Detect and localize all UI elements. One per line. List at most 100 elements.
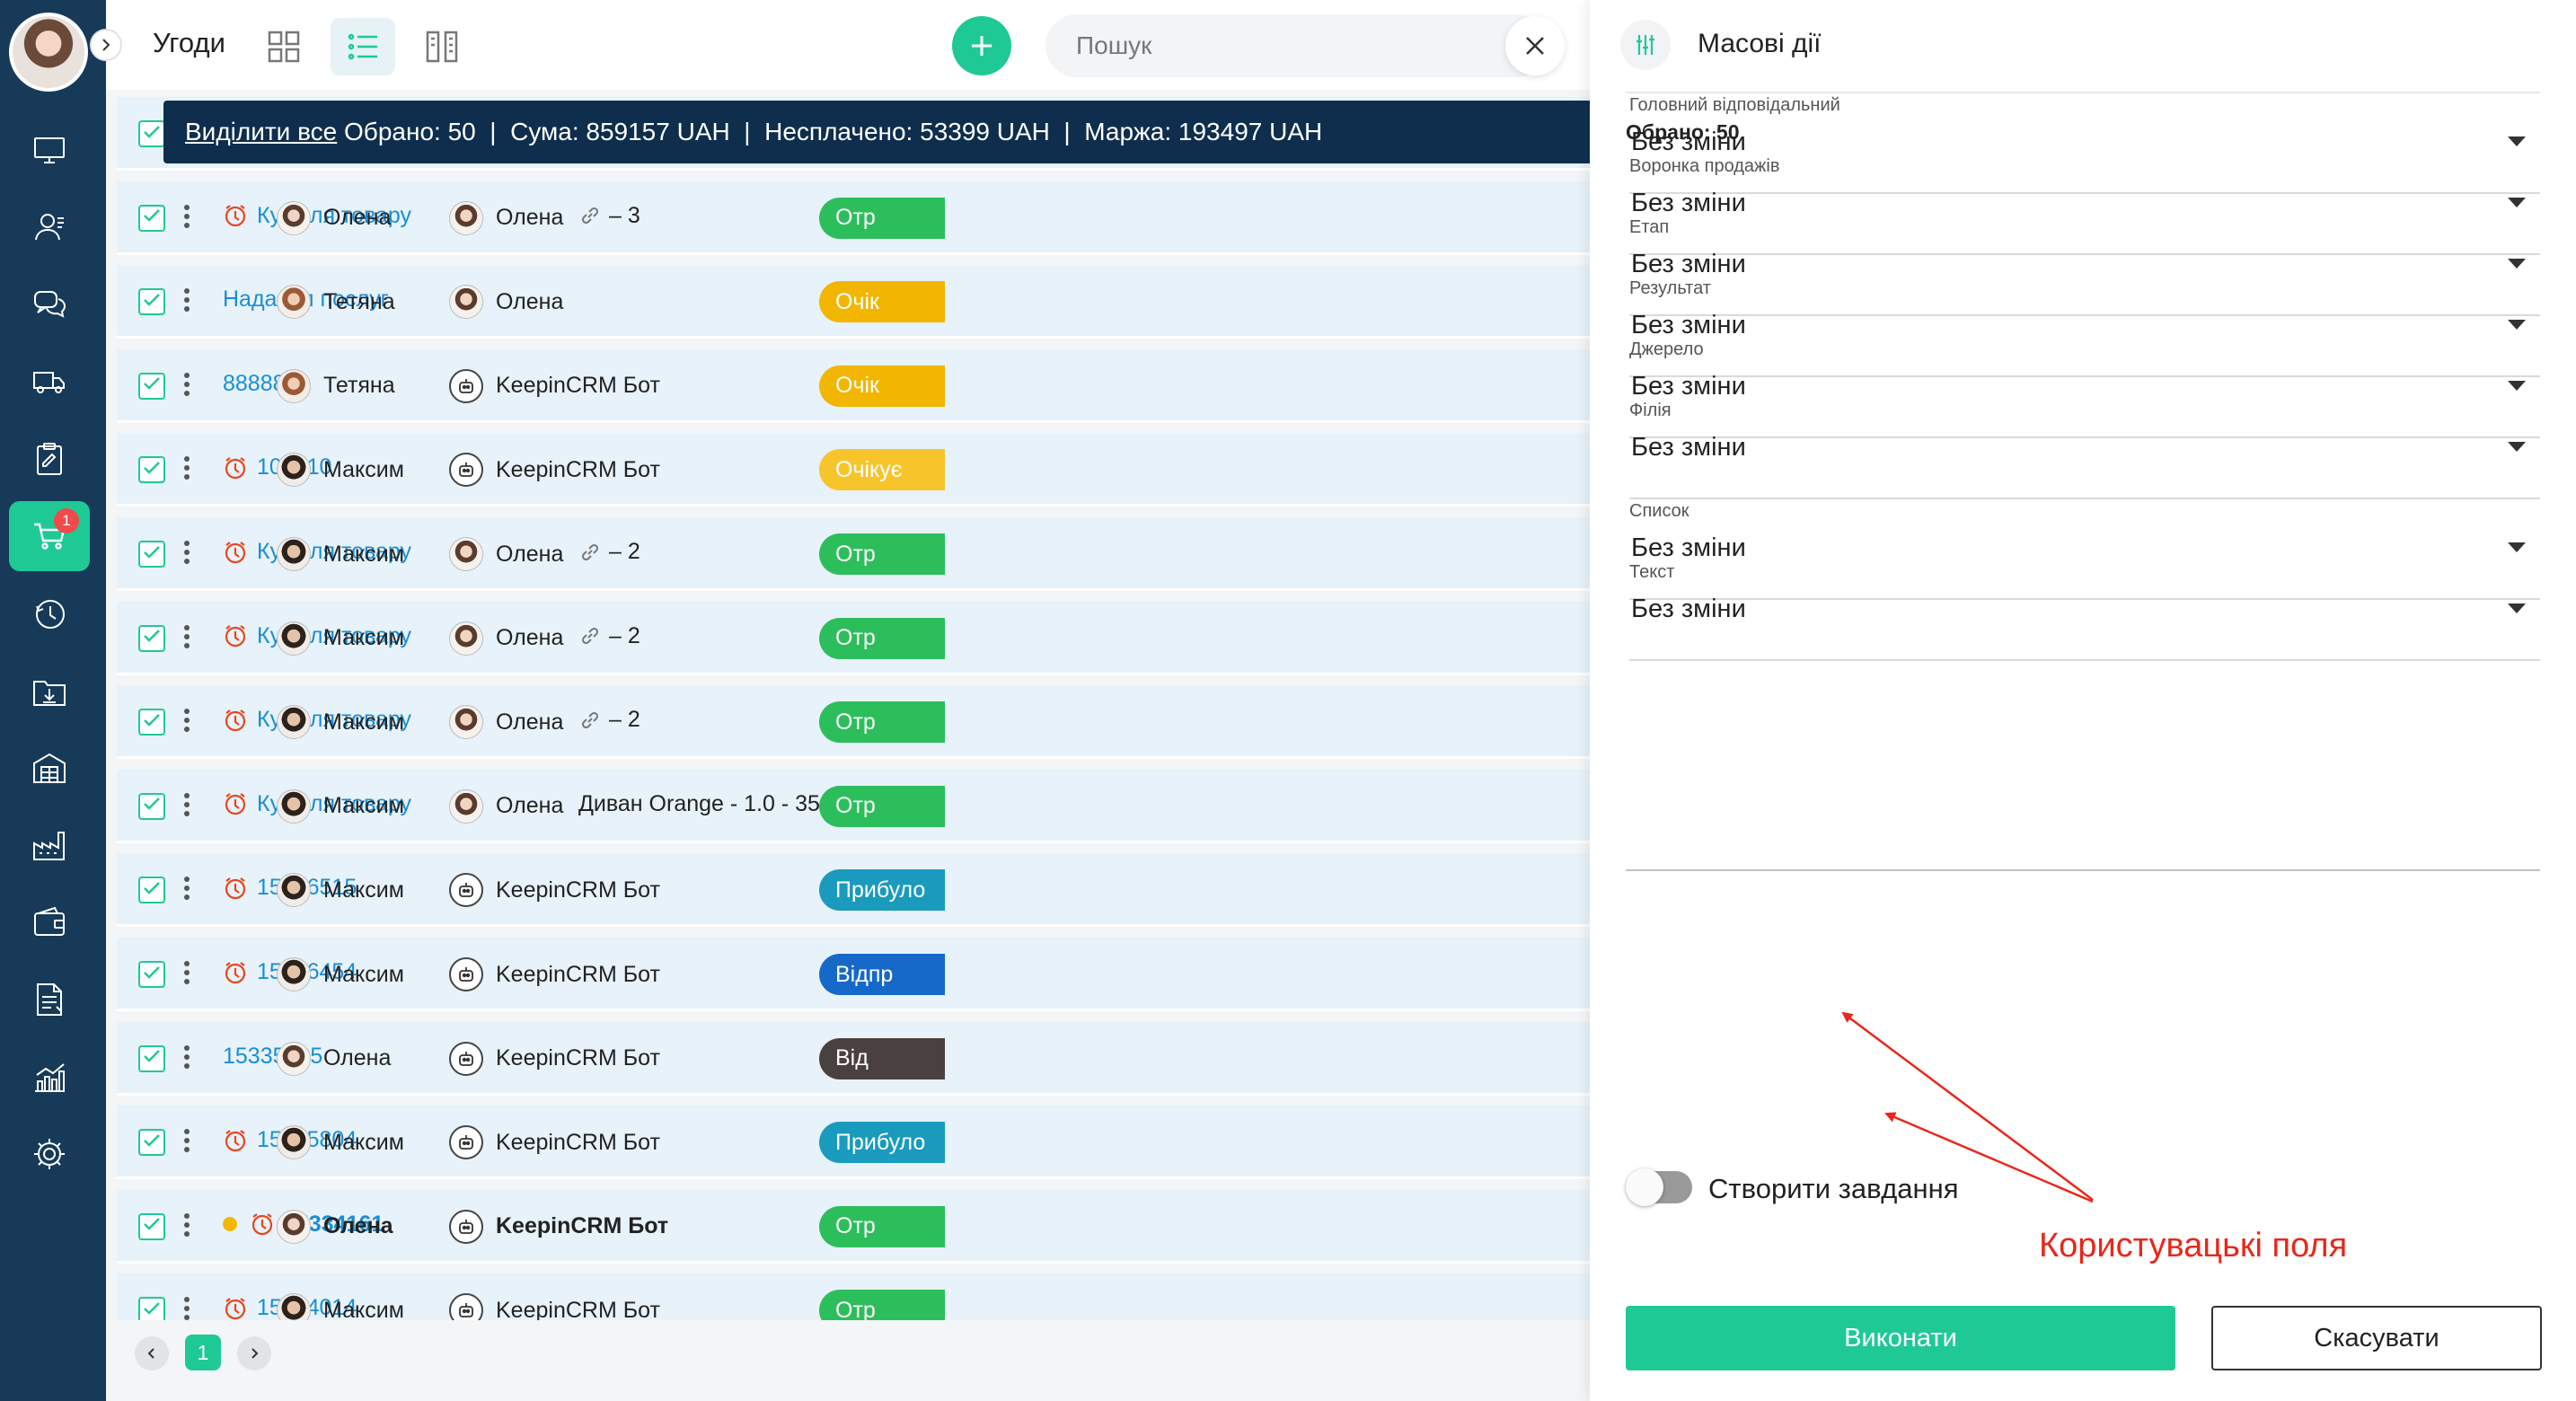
row-checkbox[interactable]	[138, 456, 165, 484]
row-checkbox[interactable]	[138, 1212, 165, 1240]
clear-search-button[interactable]	[1505, 16, 1565, 75]
document-icon[interactable]	[9, 965, 90, 1035]
field-select[interactable]: Текст Без зміни	[1629, 562, 2540, 661]
status-badge[interactable]: Отр	[819, 1290, 945, 1320]
row-checkbox[interactable]	[138, 120, 165, 147]
table-row[interactable]: Купівля товару Максим Олена – 2 Отр	[117, 685, 1590, 760]
table-row[interactable]: Купівля товару Олена Олена – 3 Отр	[117, 181, 1590, 255]
table-row[interactable]: 88888 Тетяна KeepinCRM Бот Очік	[117, 348, 1590, 423]
link-icon	[578, 624, 609, 648]
page-number-current[interactable]: 1	[185, 1335, 221, 1370]
search-input[interactable]	[1045, 14, 1548, 77]
status-badge[interactable]: Отр	[819, 785, 945, 827]
factory-icon[interactable]	[9, 810, 90, 880]
row-menu-button[interactable]	[183, 453, 190, 489]
clock-icon	[223, 876, 257, 901]
contacts-icon[interactable]	[9, 192, 90, 262]
responsible-name: Олена	[496, 793, 564, 819]
collapse-sidebar-button[interactable]	[90, 29, 122, 61]
divider	[1626, 92, 2540, 93]
table-row[interactable]: 15335805 Олена KeepinCRM Бот Від	[117, 1021, 1590, 1096]
row-menu-button[interactable]	[183, 285, 190, 321]
table-row[interactable]: 15334161 Олена KeepinCRM Бот Отр	[117, 1189, 1590, 1264]
row-menu-button[interactable]	[183, 957, 190, 993]
avatar	[277, 957, 311, 991]
table-row[interactable]: 15336454МаксимKeepinCRM БотВідпр	[117, 938, 1590, 1011]
chevron-down-icon	[2508, 442, 2526, 452]
avatar	[277, 1209, 311, 1244]
create-task-toggle[interactable]	[1626, 1168, 1692, 1206]
row-checkbox[interactable]	[138, 204, 165, 232]
next-page-button[interactable]	[237, 1336, 271, 1370]
row-menu-button[interactable]	[183, 1125, 190, 1161]
responsible-name: Олена	[496, 625, 564, 651]
chat-icon[interactable]	[9, 269, 90, 339]
status-badge[interactable]: Отр	[819, 701, 945, 744]
field-select[interactable]: Філія Без зміни	[1629, 401, 2540, 499]
status-badge[interactable]: Прибуло	[819, 869, 945, 912]
row-checkbox[interactable]	[138, 624, 165, 652]
history-icon[interactable]	[9, 578, 90, 648]
row-checkbox[interactable]	[138, 877, 165, 904]
table-row[interactable]: Купівля товару Максим Олена Диван Orange - …	[117, 769, 1590, 843]
settings-icon[interactable]	[9, 1119, 90, 1189]
list-view-button[interactable]	[331, 18, 395, 75]
row-menu-button[interactable]	[183, 1293, 190, 1320]
status-badge[interactable]: Очік	[819, 365, 945, 407]
status-badge[interactable]: Отр	[819, 617, 945, 659]
kanban-view-button[interactable]	[410, 18, 474, 75]
status-badge[interactable]: Від	[819, 1037, 945, 1079]
status-badge[interactable]: Отр	[819, 197, 945, 239]
truck-icon[interactable]	[9, 347, 90, 417]
monitor-icon[interactable]	[9, 115, 90, 185]
status-badge[interactable]: Відпр	[819, 954, 945, 995]
bulk-actions-panel: Масові дії Обрано: 50 Головний відповіда…	[1590, 0, 2576, 1401]
wallet-icon[interactable]	[9, 887, 90, 957]
client-cell: Максим	[277, 705, 404, 740]
table-row[interactable]: Надання послуг Тетяна Олена Очік	[117, 265, 1590, 339]
row-checkbox[interactable]	[138, 709, 165, 736]
status-badge[interactable]: Отр	[819, 533, 945, 575]
table-row[interactable]: 101010МаксимKeepinCRM БотОчікує	[117, 433, 1590, 507]
prev-page-button[interactable]	[135, 1336, 169, 1370]
row-menu-button[interactable]	[183, 537, 190, 573]
clipboard-icon[interactable]	[9, 424, 90, 494]
row-checkbox[interactable]	[138, 1129, 165, 1157]
row-menu-button[interactable]	[183, 621, 190, 657]
row-checkbox[interactable]	[138, 1044, 165, 1072]
cancel-button[interactable]: Скасувати	[2211, 1306, 2542, 1370]
row-menu-button[interactable]	[183, 201, 190, 237]
select-all-link[interactable]: Виділити все	[185, 118, 337, 146]
analytics-icon[interactable]	[9, 1042, 90, 1112]
row-menu-button[interactable]	[183, 1210, 190, 1246]
status-badge[interactable]: Очік	[819, 281, 945, 323]
row-menu-button[interactable]	[183, 789, 190, 825]
row-checkbox[interactable]	[138, 961, 165, 988]
add-deal-button[interactable]	[952, 16, 1011, 75]
row-menu-button[interactable]	[183, 705, 190, 741]
table-row[interactable]: 15335804МаксимKeepinCRM БотПрибуло	[117, 1106, 1590, 1180]
avatar	[277, 285, 311, 320]
cart-icon[interactable]: 1	[9, 501, 90, 571]
row-checkbox[interactable]	[138, 792, 165, 820]
row-checkbox[interactable]	[138, 372, 165, 400]
user-avatar[interactable]	[9, 13, 88, 92]
row-menu-button[interactable]	[183, 1042, 190, 1078]
status-badge[interactable]: Очікує	[819, 449, 945, 491]
execute-button[interactable]: Виконати	[1626, 1306, 2175, 1370]
table-row[interactable]: 15336515МаксимKeepinCRM БотПрибуло	[117, 853, 1590, 928]
row-menu-button[interactable]	[183, 369, 190, 405]
download-folder-icon[interactable]	[9, 656, 90, 726]
row-checkbox[interactable]	[138, 1297, 165, 1320]
row-checkbox[interactable]	[138, 288, 165, 316]
table-row[interactable]: Купівля товару Максим Олена – 2 Отр	[117, 517, 1590, 591]
grid-view-button[interactable]	[251, 18, 316, 75]
status-badge[interactable]: Отр	[819, 1205, 945, 1247]
warehouse-icon[interactable]	[9, 733, 90, 803]
table-row[interactable]: Купівля товару Максим Олена – 2 Отр	[117, 601, 1590, 675]
row-checkbox[interactable]	[138, 541, 165, 568]
responsible-name: Олена	[496, 288, 564, 314]
table-row[interactable]: 15334014МаксимKeepinCRM БотОтр	[117, 1273, 1590, 1320]
status-badge[interactable]: Прибуло	[819, 1122, 945, 1164]
row-menu-button[interactable]	[183, 873, 190, 909]
